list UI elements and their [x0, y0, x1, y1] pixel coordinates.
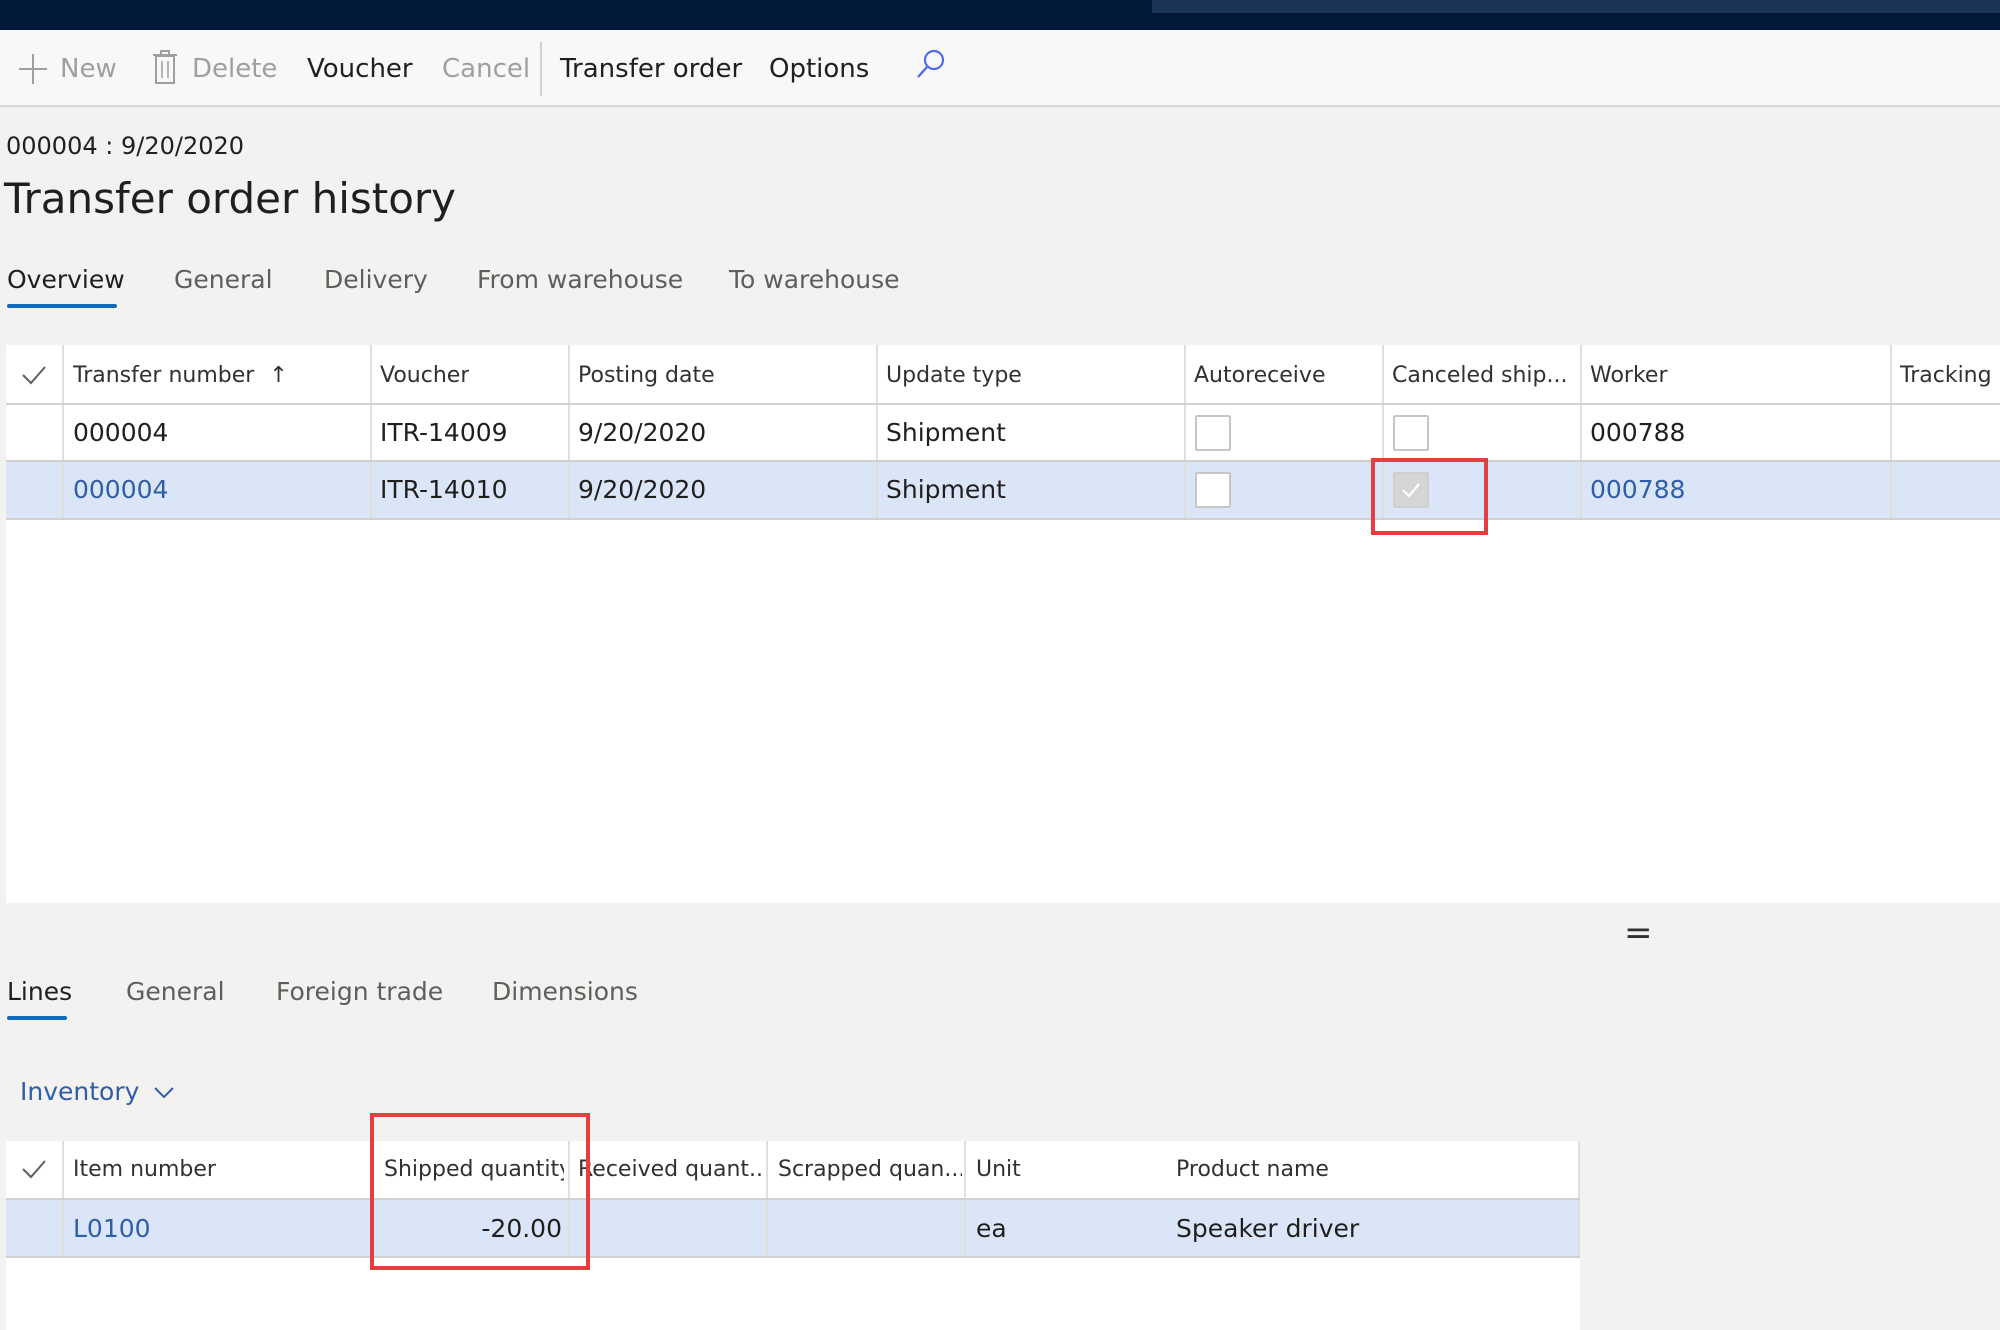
search-icon[interactable]: [914, 46, 948, 86]
table-row-2-update-type[interactable]: Shipment: [886, 475, 1006, 504]
new-button-label: New: [60, 54, 117, 84]
new-button[interactable]: New: [18, 30, 117, 105]
select-all-checkmark-icon[interactable]: [20, 361, 48, 389]
chevron-down-icon: [153, 1086, 175, 1100]
col-header-received-quantity[interactable]: Received quant...: [578, 1157, 764, 1182]
voucher-button[interactable]: Voucher: [307, 30, 413, 105]
options-tab[interactable]: Options: [769, 30, 869, 105]
col-header-tracking[interactable]: Tracking I: [1900, 363, 2000, 388]
tab-dimensions[interactable]: Dimensions: [492, 977, 638, 1006]
delete-button[interactable]: Delete: [152, 30, 277, 105]
table-row-1-transfer-number[interactable]: 000004: [73, 418, 168, 447]
lines-row-1-unit[interactable]: ea: [976, 1214, 1007, 1243]
plus-icon: [18, 30, 50, 109]
col-header-autoreceive[interactable]: Autoreceive: [1194, 363, 1325, 388]
tab-delivery[interactable]: Delivery: [324, 265, 428, 294]
inventory-menu-label: Inventory: [20, 1077, 140, 1106]
table-row-1-worker[interactable]: 000788: [1590, 418, 1685, 447]
tab-general[interactable]: General: [174, 265, 273, 294]
table-row-1-autoreceive-checkbox[interactable]: [1195, 415, 1231, 451]
lines-row-1-product-name[interactable]: Speaker driver: [1176, 1214, 1359, 1243]
shipped-quantity-highlight-box: [370, 1113, 590, 1270]
breadcrumb: 000004 : 9/20/2020: [6, 132, 245, 160]
tab-lines-general[interactable]: General: [126, 977, 225, 1006]
table-row-2-worker[interactable]: 000788: [1590, 475, 1685, 504]
active-tab-indicator: [7, 304, 117, 308]
tab-lines[interactable]: Lines: [7, 977, 72, 1006]
col-header-unit[interactable]: Unit: [976, 1157, 1021, 1182]
col-header-product-name[interactable]: Product name: [1176, 1157, 1329, 1182]
cancel-button[interactable]: Cancel: [442, 30, 530, 105]
global-search-box[interactable]: [1152, 0, 2000, 13]
lines-select-all-checkmark-icon[interactable]: [20, 1155, 48, 1183]
table-row-1-update-type[interactable]: Shipment: [886, 418, 1006, 447]
canceled-shipment-highlight-box: [1371, 458, 1488, 535]
lines-grid: Item number Shipped quantity Received qu…: [6, 1113, 1580, 1330]
sort-ascending-icon: ↑: [269, 363, 288, 388]
lines-row-1-item-number[interactable]: L0100: [73, 1214, 151, 1243]
action-pane: New Delete Voucher Cancel Transfer order…: [0, 30, 2000, 107]
table-row-1-posting-date[interactable]: 9/20/2020: [578, 418, 706, 447]
trash-icon: [152, 30, 178, 109]
col-header-transfer-number[interactable]: Transfer number ↑: [73, 363, 288, 388]
col-header-worker[interactable]: Worker: [1590, 363, 1668, 388]
tab-overview[interactable]: Overview: [7, 265, 125, 294]
table-row-2-voucher[interactable]: ITR-14010: [380, 475, 508, 504]
col-header-item-number[interactable]: Item number: [73, 1157, 216, 1182]
lines-active-tab-indicator: [7, 1016, 67, 1020]
top-navigation-bar: [0, 0, 2000, 30]
action-pane-divider: [540, 42, 542, 96]
splitter-handle[interactable]: =: [1624, 913, 1653, 953]
tab-foreign-trade[interactable]: Foreign trade: [276, 977, 443, 1006]
col-header-voucher[interactable]: Voucher: [380, 363, 469, 388]
table-row-1-canceled-shipment-checkbox[interactable]: [1393, 415, 1429, 451]
transfer-order-tab[interactable]: Transfer order: [560, 30, 742, 105]
table-row-1-voucher[interactable]: ITR-14009: [380, 418, 508, 447]
inventory-menu-button[interactable]: Inventory: [20, 1077, 175, 1106]
table-row-2-posting-date[interactable]: 9/20/2020: [578, 475, 706, 504]
col-header-canceled-shipment[interactable]: Canceled ship...: [1392, 363, 1567, 388]
table-row-2-autoreceive-checkbox[interactable]: [1195, 472, 1231, 508]
tab-to-warehouse[interactable]: To warehouse: [729, 265, 900, 294]
page-title: Transfer order history: [4, 174, 457, 223]
tab-from-warehouse[interactable]: From warehouse: [477, 265, 683, 294]
col-header-scrapped-quantity[interactable]: Scrapped quan...: [778, 1157, 962, 1182]
delete-button-label: Delete: [192, 54, 278, 84]
col-header-posting-date[interactable]: Posting date: [578, 363, 715, 388]
history-grid: Transfer number ↑ Voucher Posting date U…: [6, 345, 2000, 903]
table-row-2-transfer-number[interactable]: 000004: [73, 475, 168, 504]
col-header-update-type[interactable]: Update type: [886, 363, 1022, 388]
